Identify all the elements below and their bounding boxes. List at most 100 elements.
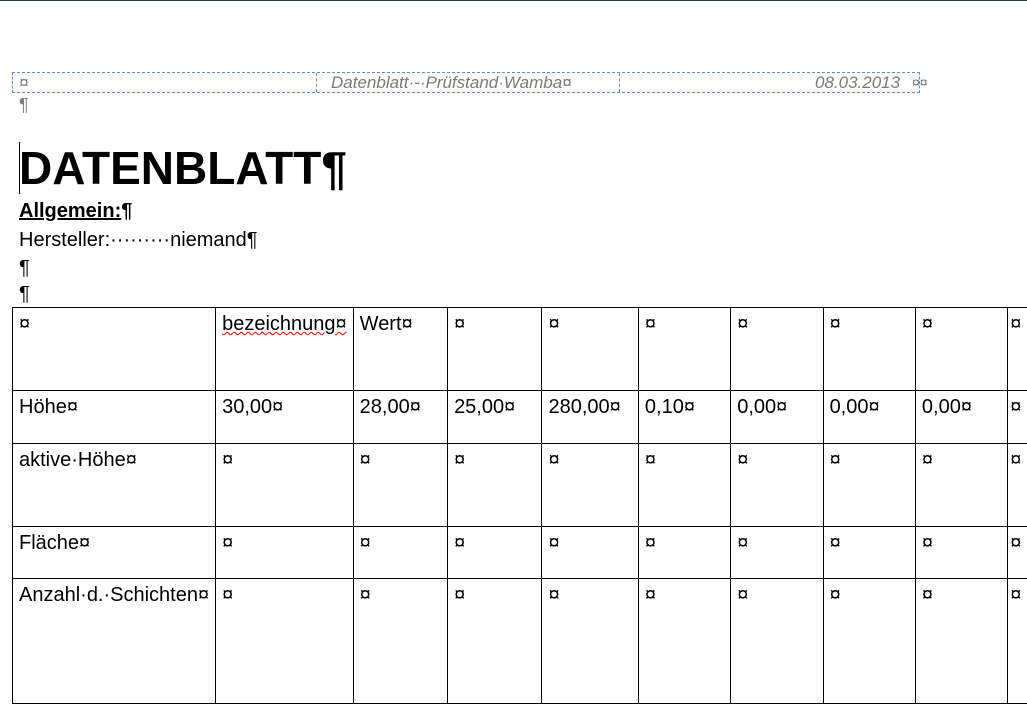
cell-text: ¤ [922,313,933,335]
table-cell[interactable]: ¤ [216,579,354,704]
table-cell[interactable]: ¤ [542,579,638,704]
table-cell[interactable]: 0,00¤ [823,391,915,444]
table-cell[interactable]: ¤ [731,527,823,579]
table-cell[interactable]: Höhe¤ [13,391,216,444]
table-cell[interactable]: Fläche¤ [13,527,216,579]
cell-text: ¤ [1010,449,1021,471]
table-row: ¤ bezeichnung¤ Wert¤ ¤ ¤ ¤ ¤ ¤ ¤ ¤ [13,308,1027,391]
section-heading[interactable]: Allgemein:¶ [19,200,132,223]
table-cell[interactable]: ¤ [1008,391,1027,444]
cell-text: ¤ [1010,584,1021,606]
cell-text: ¤ [830,584,841,606]
table-cell[interactable]: 28,00¤ [353,391,447,444]
cell-text: 28,00¤ [360,396,421,418]
cell-text: ¤ [454,449,465,471]
cell-text: 0,10¤ [645,396,695,418]
table-cell[interactable]: ¤ [353,579,447,704]
header-date: 08.03.2013 [815,73,900,92]
header-cell-mark: ¤ [19,73,28,92]
cell-text: ¤ [1010,396,1021,418]
table-cell[interactable]: ¤ [353,444,447,527]
table-cell[interactable]: 25,00¤ [448,391,542,444]
cell-text: Fläche¤ [19,532,90,554]
cell-text: ¤ [645,532,656,554]
table-cell[interactable]: 0,00¤ [915,391,1007,444]
table-cell[interactable]: ¤ [448,444,542,527]
header-end-marks: ¤¤ [912,74,928,90]
cell-text: ¤ [1010,532,1021,554]
table-cell[interactable]: ¤ [731,579,823,704]
table-cell[interactable]: 280,00¤ [542,391,638,444]
table-cell[interactable]: aktive·Höhe¤ [13,444,216,527]
table-cell[interactable]: ¤ [638,308,730,391]
table-cell[interactable]: ¤ [638,579,730,704]
cell-text: aktive·Höhe¤ [19,449,137,471]
table-cell[interactable]: ¤ [823,527,915,579]
table-cell[interactable]: ¤ [448,308,542,391]
cell-text: ¤ [548,313,559,335]
cell-text: 280,00¤ [548,396,620,418]
table-cell[interactable]: ¤ [1008,527,1027,579]
cell-text: ¤ [454,313,465,335]
cell-text: ¤ [360,584,371,606]
cell-text: ¤ [548,584,559,606]
table-cell[interactable]: ¤ [731,308,823,391]
table-row: Anzahl·d.·Schichten¤ ¤ ¤ ¤ ¤ ¤ ¤ ¤ ¤ ¤ [13,579,1027,704]
table-cell[interactable]: ¤ [216,444,354,527]
table-cell[interactable]: ¤ [1008,308,1027,391]
cell-text: Höhe¤ [19,396,78,418]
cell-text: ¤ [922,584,933,606]
cell-text: 30,00¤ [222,396,283,418]
cell-text: ¤ [737,449,748,471]
cell-text: Anzahl·d.·Schichten¤ [19,584,209,606]
header-para-mark: ¶ [19,95,29,116]
table-cell[interactable]: ¤ [542,527,638,579]
document-title[interactable]: DATENBLATT¶ [19,140,347,196]
table-cell[interactable]: ¤ [542,308,638,391]
table-cell[interactable]: ¤ [1008,444,1027,527]
table-cell[interactable]: 0,00¤ [731,391,823,444]
cell-text: ¤ [830,449,841,471]
cell-text: ¤ [830,313,841,335]
table-cell[interactable]: ¤ [638,527,730,579]
table-cell[interactable]: ¤ [13,308,216,391]
table-cell[interactable]: bezeichnung¤ [216,308,354,391]
table-cell[interactable]: Wert¤ [353,308,447,391]
window-top-border [0,0,1027,1]
table-cell[interactable]: ¤ [915,308,1007,391]
table-cell[interactable]: Anzahl·d.·Schichten¤ [13,579,216,704]
table-cell[interactable]: ¤ [448,579,542,704]
cell-text: 0,00¤ [922,396,972,418]
cell-text: ¤ [922,449,933,471]
table-cell[interactable]: ¤ [915,527,1007,579]
table-cell[interactable]: ¤ [731,444,823,527]
table-cell[interactable]: ¤ [823,308,915,391]
table-cell[interactable]: ¤ [823,579,915,704]
cell-text: ¤ [830,532,841,554]
empty-paragraph[interactable]: ¶ [19,282,30,306]
manufacturer-line[interactable]: Hersteller:·········niemand¶ [19,228,258,252]
cell-text: ¤ [19,313,30,335]
table-cell[interactable]: ¤ [216,527,354,579]
cell-text: ¤ [645,313,656,335]
table-cell[interactable]: ¤ [448,527,542,579]
table-row: Höhe¤ 30,00¤ 28,00¤ 25,00¤ 280,00¤ 0,10¤ 0,00¤… [13,391,1027,444]
table-cell[interactable]: ¤ [915,579,1007,704]
table-cell[interactable]: ¤ [638,444,730,527]
cell-text: 25,00¤ [454,396,515,418]
cell-text: ¤ [1010,313,1021,335]
table-cell[interactable]: ¤ [353,527,447,579]
cell-text: ¤ [737,532,748,554]
table-cell[interactable]: ¤ [823,444,915,527]
cell-text: ¤ [737,584,748,606]
page-header[interactable]: ¤ Datenblatt·-·Prüfstand·Wamba¤ 08.03.20… [12,72,920,93]
cell-text: bezeichnung¤ [222,313,347,335]
table-cell[interactable]: ¤ [1008,579,1027,704]
cell-text: 0,00¤ [737,396,787,418]
cell-text: ¤ [222,449,233,471]
table-cell[interactable]: ¤ [542,444,638,527]
table-cell[interactable]: ¤ [915,444,1007,527]
table-cell[interactable]: 30,00¤ [216,391,354,444]
table-cell[interactable]: 0,10¤ [638,391,730,444]
empty-paragraph[interactable]: ¶ [19,256,30,280]
